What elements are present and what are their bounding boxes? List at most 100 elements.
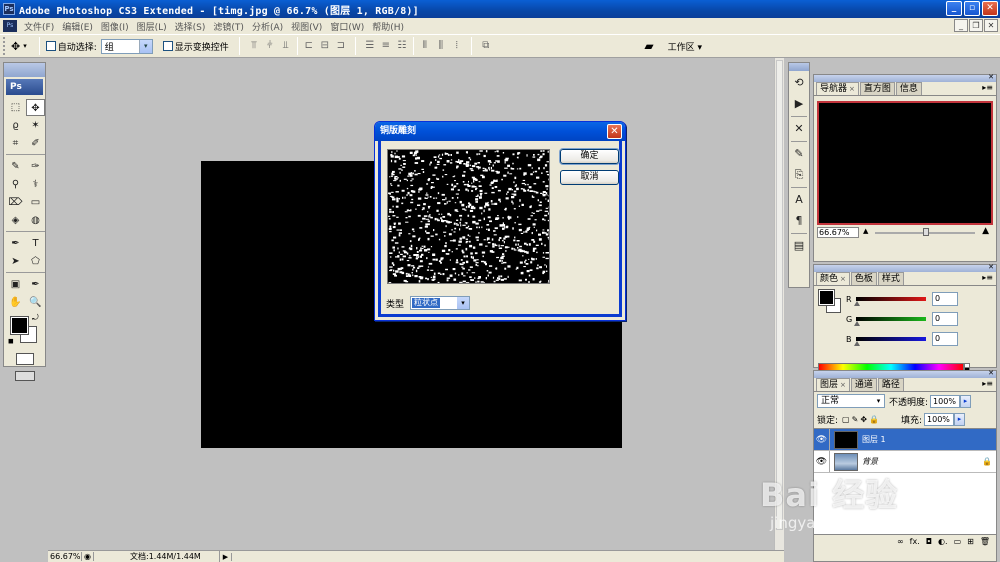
eyedropper-tool-icon[interactable]: ✒ [26,276,45,293]
path-selection-tool-icon[interactable]: ➤ [6,253,25,270]
close-icon[interactable]: × [840,275,846,283]
photoshop-app-icon[interactable]: Ps [3,3,15,15]
tab-color[interactable]: 颜色 × [816,272,850,285]
status-info-icon[interactable]: ◉ [82,552,94,561]
gradient-tool-icon[interactable]: ▭ [26,194,45,211]
tab-histogram[interactable]: 直方图 [859,82,895,95]
collapse-icon[interactable]: ✕ [988,263,994,271]
status-zoom[interactable]: 66.67% [48,552,82,561]
panel-menu-icon[interactable]: ▸≡ [982,379,993,388]
type-dropdown[interactable]: 粒状点 ▾ [410,296,471,310]
minimize-button[interactable]: _ [946,1,962,16]
character-icon[interactable]: A [790,191,808,209]
align-left-icon[interactable]: ⊏ [301,39,317,53]
move-tool-icon[interactable]: ✥ [26,99,45,116]
new-group-icon[interactable]: ▭ [954,537,962,546]
zoom-out-icon[interactable]: ▲ [863,227,868,235]
menu-image[interactable]: 图像(I) [97,20,133,33]
auto-align-icon[interactable]: ⧉ [478,39,494,53]
bridge-icon[interactable]: ▰ [644,39,653,53]
workspace-button[interactable]: 工作区 ▾ [668,40,702,53]
tab-paths[interactable]: 路径 [877,378,904,391]
opacity-field[interactable]: 100% [930,394,961,408]
blur-tool-icon[interactable]: ◈ [6,212,25,229]
lock-all-icon[interactable]: 🔒 [869,415,879,424]
type-tool-icon[interactable]: T [26,235,45,252]
dialog-title-bar[interactable]: 铜版雕刻 ✕ [375,122,625,141]
tool-preset-picker[interactable]: ✥ ▾ [11,40,27,53]
layer-comps-icon[interactable]: ▤ [790,237,808,255]
layer-style-icon[interactable]: fx. [910,537,920,546]
restore-button[interactable]: ▫ [964,1,980,16]
panel-header[interactable]: ✕ [814,369,996,378]
panel-menu-icon[interactable]: ▸≡ [982,83,993,92]
collapse-icon[interactable]: ✕ [988,369,994,377]
align-hcenter-icon[interactable]: ⊟ [317,39,333,53]
magic-wand-tool-icon[interactable]: ✶ [26,117,45,134]
foreground-color-swatch[interactable] [10,316,29,335]
align-vcenter-icon[interactable]: ⫩ [262,39,278,53]
tab-navigator[interactable]: 导航器 × [816,82,859,95]
menu-view[interactable]: 视图(V) [287,20,326,33]
visibility-eye-icon[interactable]: 👁 [814,451,830,472]
quick-mask-button[interactable] [15,353,34,365]
delete-layer-icon[interactable]: 🗑 [980,537,990,546]
new-layer-icon[interactable]: ⊞ [967,537,974,546]
distribute-vcenter-icon[interactable]: ≡ [378,39,394,53]
menu-help[interactable]: 帮助(H) [368,20,408,33]
dialog-close-button[interactable]: ✕ [607,124,622,139]
distribute-bottom-icon[interactable]: ☷ [394,39,410,53]
tab-info[interactable]: 信息 [895,82,922,95]
doc-close-button[interactable]: ✕ [984,19,998,32]
align-top-icon[interactable]: ⫪ [246,39,262,53]
menu-window[interactable]: 窗口(W) [326,20,368,33]
link-layers-icon[interactable]: ∞ [897,537,904,546]
navigator-zoom-slider[interactable]: ▲ ▲ [863,226,989,238]
notes-tool-icon[interactable]: ▣ [6,276,25,293]
tool-presets-icon[interactable]: ✕ [790,120,808,138]
clone-source-icon[interactable]: ⎘ [790,166,808,184]
menu-edit[interactable]: 编辑(E) [58,20,97,33]
shape-tool-icon[interactable]: ⬠ [26,253,45,270]
doc-minimize-button[interactable]: _ [954,19,968,32]
navigator-thumbnail[interactable] [817,101,993,225]
channel-slider-g[interactable] [854,317,926,326]
channel-value-r[interactable]: 0 [932,292,958,306]
close-window-button[interactable]: ✕ [982,1,998,16]
eraser-tool-icon[interactable]: ⌦ [6,194,25,211]
clone-stamp-tool-icon[interactable]: ⚲ [6,176,25,193]
channel-value-b[interactable]: 0 [932,332,958,346]
adobe-logo[interactable]: Ps [6,79,43,95]
paragraph-icon[interactable]: ¶ [790,212,808,230]
distribute-left-icon[interactable]: ⦀ [417,39,433,53]
slice-tool-icon[interactable]: ✐ [26,135,45,152]
channel-value-g[interactable]: 0 [932,312,958,326]
dodge-tool-icon[interactable]: ◍ [26,212,45,229]
slider-knob[interactable] [923,227,930,236]
layer-mask-icon[interactable]: ◘ [926,537,932,546]
zoom-tool-icon[interactable]: 🔍 [26,294,45,311]
panel-header[interactable]: ✕ [814,263,996,272]
visibility-eye-icon[interactable]: 👁 [814,429,830,450]
filter-preview[interactable] [387,149,550,284]
healing-brush-tool-icon[interactable]: ✎ [6,158,25,175]
color-foreground-swatch[interactable] [818,289,835,306]
tab-channels[interactable]: 通道 [850,378,877,391]
panel-menu-icon[interactable]: ▸≡ [982,273,993,282]
adjustment-layer-icon[interactable]: ◐. [938,537,948,546]
distribute-right-icon[interactable]: ⦙ [449,39,465,53]
hand-tool-icon[interactable]: ✋ [6,294,25,311]
auto-select-dropdown[interactable]: 组 ▾ [100,38,153,54]
default-colors-icon[interactable]: ◼ [8,337,14,345]
align-right-icon[interactable]: ⊐ [333,39,349,53]
layer-thumbnail[interactable] [834,430,858,449]
menu-filter[interactable]: 滤镜(T) [209,20,248,33]
doc-restore-button[interactable]: ❐ [969,19,983,32]
document-icon[interactable]: Ps [3,20,17,32]
tab-styles[interactable]: 样式 [877,272,904,285]
close-icon[interactable]: × [840,381,846,389]
blend-mode-dropdown[interactable]: 正常 ▾ [817,394,885,408]
options-grip[interactable] [3,37,7,55]
auto-select-checkbox[interactable] [45,41,56,51]
toolbox-header[interactable] [4,63,45,77]
